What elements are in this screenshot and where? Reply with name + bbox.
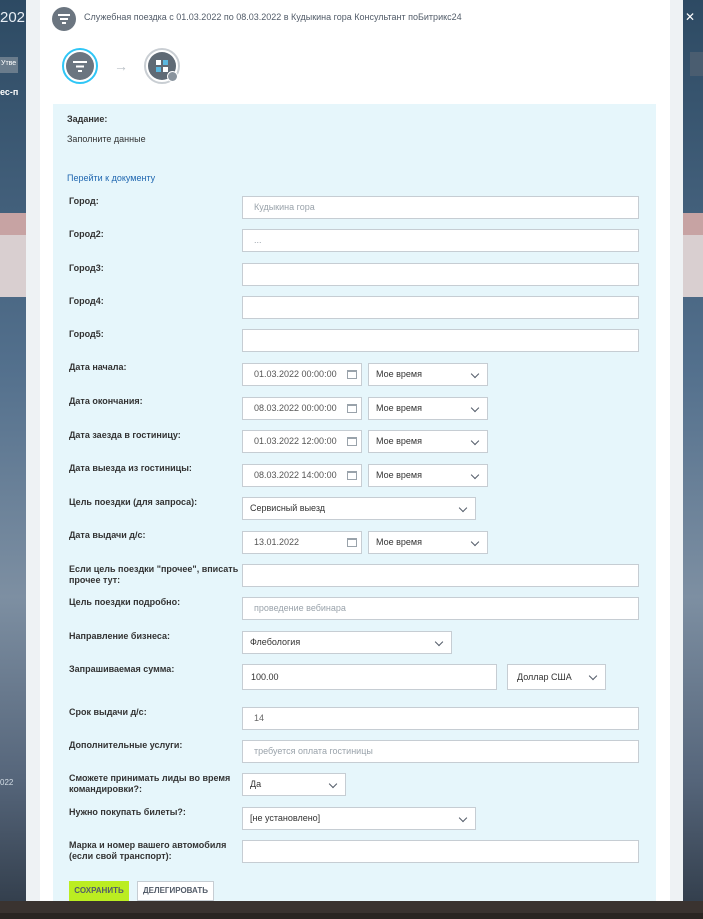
task-label: Задание: (67, 114, 108, 124)
chevron-down-icon (470, 403, 480, 413)
trip-purpose-label: Цель поездки (для запроса): (69, 497, 198, 507)
chevron-down-icon (328, 779, 338, 789)
go-to-document-link[interactable]: Перейти к документу (67, 173, 155, 183)
city-label: Город: (69, 196, 99, 206)
background-link: ес-п (0, 87, 19, 97)
end-date-label: Дата окончания: (69, 396, 143, 406)
chevron-down-icon (588, 671, 598, 681)
city3-input[interactable] (242, 263, 639, 286)
delegate-button[interactable]: ДЕЛЕГИРОВАТЬ (137, 881, 214, 901)
buy-tickets-value: [не установлено] (250, 813, 321, 823)
city2-label: Город2: (69, 229, 104, 239)
background-year-text-2: 022 (0, 778, 14, 787)
close-icon[interactable]: ✕ (685, 10, 699, 24)
city2-input[interactable]: ... (242, 229, 639, 252)
city3-label: Город3: (69, 263, 104, 273)
advance-term-label: Срок выдачи д/с: (69, 707, 147, 717)
advance-date-timezone-select[interactable]: Мое время (368, 531, 488, 554)
car-input[interactable] (242, 840, 639, 863)
business-direction-value: Флебология (250, 637, 301, 647)
city-input[interactable]: Кудыкина гора (242, 196, 639, 219)
save-button[interactable]: СОХРАНИТЬ (69, 881, 129, 901)
requested-amount-label: Запрашиваемая сумма: (69, 664, 175, 674)
start-date-timezone-value: Мое время (376, 369, 422, 379)
chevron-down-icon (470, 537, 480, 547)
currency-value: Доллар США (517, 672, 572, 682)
accept-leads-label: Сможете принимать лиды во время командир… (69, 773, 231, 794)
chevron-down-icon (458, 813, 468, 823)
accept-leads-select[interactable]: Да (242, 773, 346, 796)
requested-amount-input[interactable]: 100.00 (242, 664, 497, 690)
start-date-label: Дата начала: (69, 362, 127, 372)
taskbar-strip (0, 913, 703, 919)
start-date-timezone-select[interactable]: Мое время (368, 363, 488, 386)
end-date-input[interactable]: 08.03.2022 00:00:00 (242, 397, 362, 420)
extra-services-label: Дополнительные услуги: (69, 740, 183, 750)
arrow-right-icon: → (114, 58, 128, 74)
checkout-date-timezone-select[interactable]: Мое время (368, 464, 488, 487)
chevron-down-icon (470, 470, 480, 480)
trip-purpose-select[interactable]: Сервисный выезд (242, 497, 476, 520)
checkout-date-timezone-value: Мое время (376, 470, 422, 480)
background-year-text: 202 (0, 9, 26, 26)
workflow-icon (52, 7, 76, 31)
calendar-icon[interactable] (347, 370, 357, 379)
workflow-sheet: Служебная поездка с 01.03.2022 по 08.03.… (40, 0, 670, 901)
other-purpose-label: Если цель поездки "прочее", вписать проч… (69, 564, 239, 585)
clock-icon (167, 71, 178, 82)
calendar-icon[interactable] (347, 538, 357, 547)
other-purpose-input[interactable] (242, 564, 639, 587)
background-tab: Утве (0, 57, 18, 73)
advance-date-value: 13.01.2022 (254, 537, 300, 547)
slider-wrapper: Служебная поездка с 01.03.2022 по 08.03.… (26, 0, 683, 901)
checkin-date-input[interactable]: 01.03.2022 12:00:00 (242, 430, 362, 453)
checkin-date-timezone-value: Мое время (376, 436, 422, 446)
city5-label: Город5: (69, 329, 104, 339)
purpose-detail-input[interactable]: проведение вебинара (242, 597, 639, 620)
chevron-down-icon (434, 637, 444, 647)
page-title: Служебная поездка с 01.03.2022 по 08.03.… (84, 12, 462, 22)
start-date-input[interactable]: 01.03.2022 00:00:00 (242, 363, 362, 386)
advance-date-label: Дата выдачи д/с: (69, 530, 146, 540)
business-direction-select[interactable]: Флебология (242, 631, 452, 654)
chevron-down-icon (470, 369, 480, 379)
buy-tickets-select[interactable]: [не установлено] (242, 807, 476, 830)
task-form-panel: Задание: Заполните данные Перейти к доку… (53, 104, 656, 901)
task-description: Заполните данные (67, 134, 146, 144)
checkout-date-value: 08.03.2022 14:00:00 (254, 470, 337, 480)
chevron-down-icon (470, 436, 480, 446)
end-date-value: 08.03.2022 00:00:00 (254, 403, 337, 413)
checkin-date-timezone-select[interactable]: Мое время (368, 430, 488, 453)
advance-date-input[interactable]: 13.01.2022 (242, 531, 362, 554)
chevron-down-icon (458, 503, 468, 513)
step-current (62, 48, 98, 84)
checkin-date-value: 01.03.2022 12:00:00 (254, 436, 337, 446)
currency-select[interactable]: Доллар США (507, 664, 606, 690)
accept-leads-value: Да (250, 779, 262, 789)
city4-label: Город4: (69, 296, 104, 306)
background-side-panel (690, 52, 703, 76)
checkout-date-input[interactable]: 08.03.2022 14:00:00 (242, 464, 362, 487)
end-date-timezone-select[interactable]: Мое время (368, 397, 488, 420)
car-label: Марка и номер вашего автомобиля (если св… (69, 840, 227, 861)
filter-icon (66, 52, 94, 80)
purpose-detail-label: Цель поездки подробно: (69, 597, 181, 607)
calendar-icon[interactable] (347, 404, 357, 413)
checkout-date-label: Дата выезда из гостиницы: (69, 463, 192, 473)
end-date-timezone-value: Мое время (376, 403, 422, 413)
extra-services-input[interactable]: требуется оплата гостиницы (242, 740, 639, 763)
business-direction-label: Направление бизнеса: (69, 631, 170, 641)
start-date-value: 01.03.2022 00:00:00 (254, 369, 337, 379)
checkin-date-label: Дата заезда в гостиницу: (69, 430, 181, 440)
city5-input[interactable] (242, 329, 639, 352)
trip-purpose-value: Сервисный выезд (250, 503, 326, 513)
calendar-icon[interactable] (347, 437, 357, 446)
advance-term-input[interactable]: 14 (242, 707, 639, 730)
calendar-icon[interactable] (347, 471, 357, 480)
buy-tickets-label: Нужно покупать билеты?: (69, 807, 186, 817)
advance-date-timezone-value: Мое время (376, 537, 422, 547)
city4-input[interactable] (242, 296, 639, 319)
